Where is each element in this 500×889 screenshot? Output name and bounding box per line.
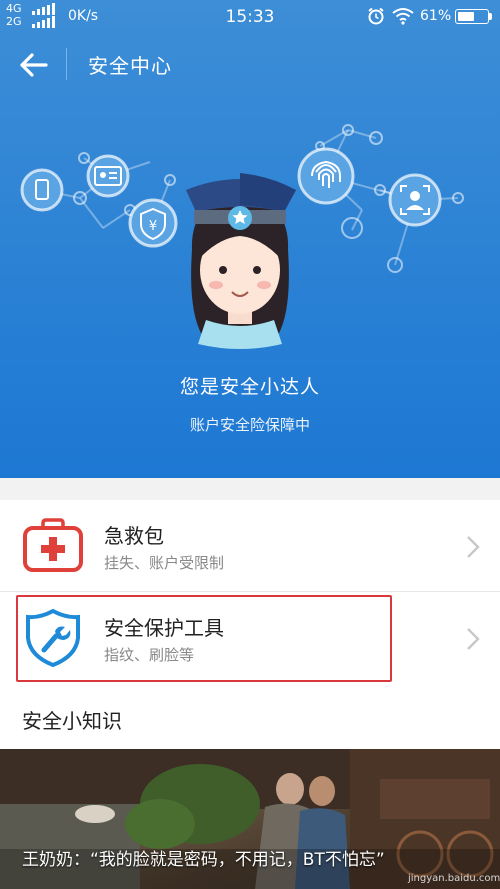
security-network-illustration: ¥ [20, 124, 464, 349]
battery-icon [455, 9, 489, 24]
list-item-title: 安全保护工具 [104, 616, 224, 640]
list-item-subtitle: 挂失、账户受限制 [104, 554, 225, 572]
svg-text:¥: ¥ [149, 219, 157, 234]
face-scan-icon [388, 173, 442, 227]
battery-percent: 61% [420, 8, 452, 24]
battery-cap [489, 13, 492, 20]
list-item-security-tools[interactable]: 安全保护工具 指纹、刷脸等 [0, 592, 500, 684]
wrench-shield-icon [26, 608, 80, 668]
tips-banner[interactable]: 王奶奶：“我的脸就是密码，不用记，BT不怕忘” jingyan.baidu.co… [0, 749, 500, 889]
hero-title: 您是安全小达人 [179, 376, 320, 398]
hero-header: 4G 2G 0K/s 15:33 61% 安全中心 ¥ 您是安全小达人 账户安全… [0, 0, 500, 478]
fingerprint-icon [297, 147, 355, 205]
hero-subtitle: 账户安全险保障中 [189, 416, 310, 434]
watermark: jingyan.baidu.com [408, 873, 500, 884]
id-card-icon [86, 154, 130, 198]
page-title: 安全中心 [88, 54, 172, 78]
alarm-clock-icon [368, 7, 384, 25]
first-aid-kit-icon [23, 518, 83, 572]
wifi-icon [392, 8, 414, 25]
police-girl-avatar [186, 173, 296, 349]
title-bar: 安全中心 [0, 38, 500, 90]
title-divider [66, 48, 67, 80]
status-bar: 4G 2G 0K/s 15:33 61% [0, 0, 500, 32]
chevron-right-icon [467, 536, 480, 558]
list-item-first-aid-kit[interactable]: 急救包 挂失、账户受限制 [0, 500, 500, 592]
section-title: 安全小知识 [22, 709, 122, 733]
battery-level [458, 12, 474, 21]
list-item-title: 急救包 [104, 524, 164, 548]
yuan-shield-icon: ¥ [128, 198, 178, 248]
banner-caption: 王奶奶：“我的脸就是密码，不用记，BT不怕忘” [22, 850, 385, 870]
security-options-list: 急救包 挂失、账户受限制 安全保护工具 指纹、刷脸等 [0, 500, 500, 684]
phone-icon [20, 168, 64, 212]
safety-tips-section: 安全小知识 [0, 683, 500, 749]
arrow-left-icon[interactable] [16, 50, 52, 80]
chevron-right-icon [467, 628, 480, 650]
list-item-subtitle: 指纹、刷脸等 [104, 646, 195, 664]
